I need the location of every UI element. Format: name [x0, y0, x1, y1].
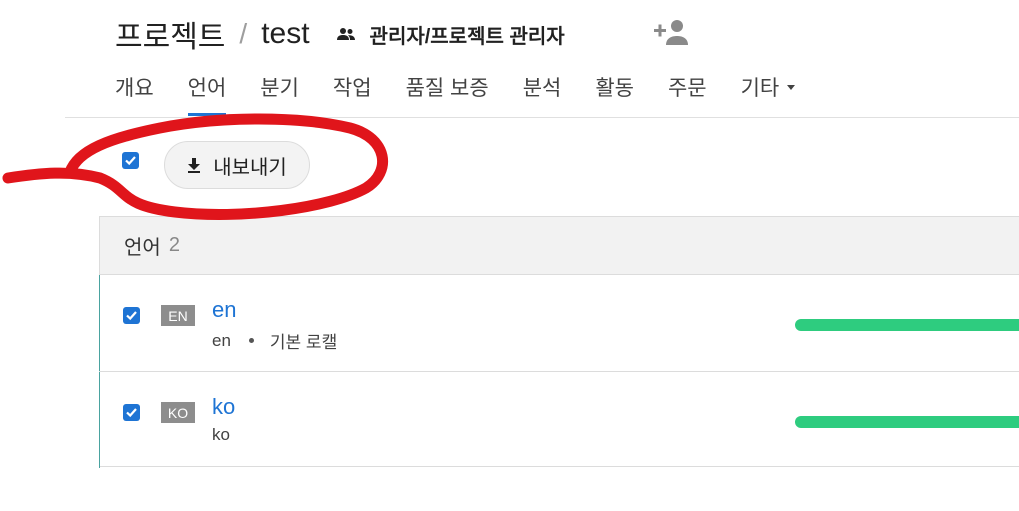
tab-languages[interactable]: 언어	[187, 72, 226, 116]
export-button[interactable]: 내보내기	[164, 141, 310, 189]
languages-count: 2	[168, 234, 180, 256]
list-item: KO ko ko	[99, 372, 1019, 468]
select-all-checkbox[interactable]	[122, 152, 139, 169]
language-badge: KO	[161, 402, 195, 423]
progress-bar	[795, 416, 1019, 428]
language-link[interactable]: ko	[212, 394, 235, 420]
progress-bar	[795, 319, 1019, 331]
export-label: 내보내기	[213, 156, 287, 179]
tab-jobs[interactable]: 작업	[333, 72, 372, 116]
breadcrumb-project[interactable]: 프로젝트	[115, 12, 225, 56]
tab-more-label: 기타	[740, 77, 780, 100]
download-icon	[188, 157, 201, 173]
list-item: EN en en 기본 로캘	[99, 275, 1019, 372]
tab-activity[interactable]: 활동	[595, 72, 634, 116]
language-code: ko	[212, 425, 230, 444]
languages-title: 언어	[124, 237, 161, 259]
tab-divider	[65, 117, 1019, 118]
role-label: 관리자/프로젝트 관리자	[369, 25, 565, 48]
tab-orders[interactable]: 주문	[668, 72, 707, 116]
breadcrumb-separator: /	[239, 18, 248, 49]
add-member-button[interactable]	[654, 18, 690, 51]
check-icon	[126, 311, 137, 321]
user-role: 관리자/프로젝트 관리자	[336, 20, 565, 49]
language-badge: EN	[161, 305, 195, 326]
language-link[interactable]: en	[212, 297, 236, 323]
language-meta: ko	[212, 425, 230, 445]
page-header: 프로젝트 / test 관리자/프로젝트 관리자	[115, 12, 565, 56]
caret-down-icon	[787, 84, 796, 90]
tab-qa[interactable]: 품질 보증	[406, 72, 489, 116]
tab-overview[interactable]: 개요	[115, 72, 154, 116]
separator-dot	[248, 338, 254, 343]
languages-header: 언어 2	[100, 217, 1019, 275]
progress-fill	[795, 416, 1019, 428]
tab-branches[interactable]: 분기	[260, 72, 299, 116]
project-tabs: 개요 언어 분기 작업 품질 보증 분석 활동 주문 기타	[115, 72, 829, 118]
row-checkbox[interactable]	[123, 307, 140, 324]
language-meta: en 기본 로캘	[212, 328, 337, 353]
tab-analysis[interactable]: 분석	[523, 72, 562, 116]
group-icon	[336, 28, 355, 40]
languages-panel: 언어 2 EN en en 기본 로캘 KO ko ko	[99, 216, 1019, 468]
check-icon	[126, 408, 137, 418]
row-checkbox[interactable]	[123, 404, 140, 421]
default-locale-label: 기본 로캘	[269, 333, 338, 352]
check-icon	[125, 156, 136, 166]
tab-more[interactable]: 기타	[741, 72, 796, 116]
project-name: test	[261, 17, 310, 50]
progress-fill	[795, 319, 1019, 331]
person-add-icon	[654, 20, 688, 45]
language-code: en	[212, 330, 231, 350]
